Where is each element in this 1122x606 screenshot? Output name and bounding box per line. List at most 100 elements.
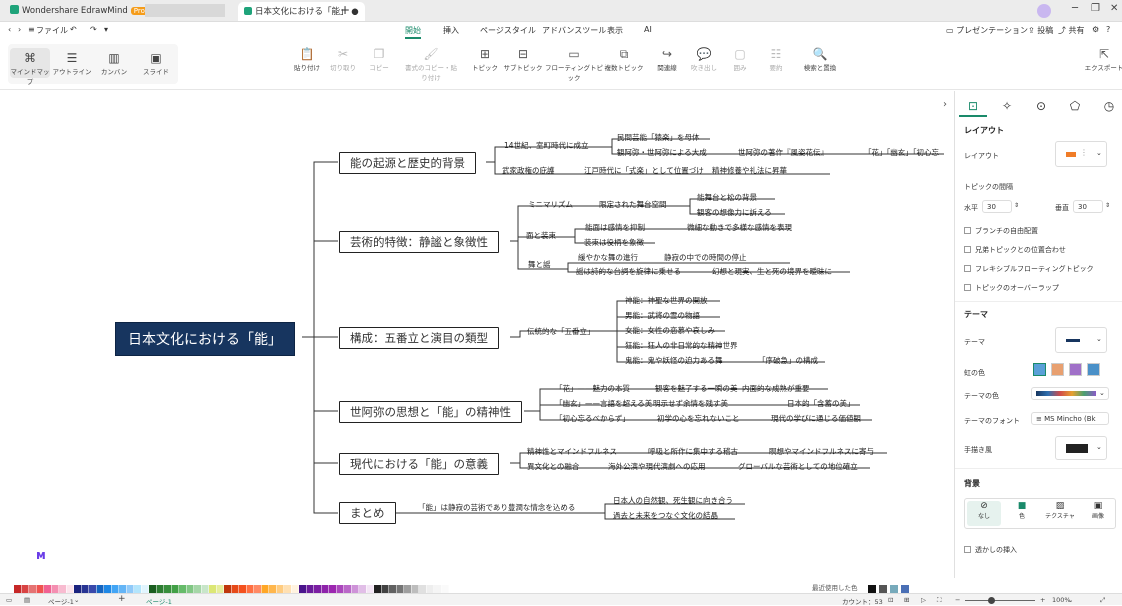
zoom-chevron-icon[interactable]: ⌄ [1068,596,1073,604]
presentation-button[interactable]: ▭ プレゼンテーション [946,25,1028,36]
share-button[interactable]: ⤴ 共有 [1058,25,1085,36]
color-swatch[interactable] [276,585,284,593]
tab-ai-style-icon[interactable]: ✧ [993,95,1021,117]
subtopic[interactable]: 異文化との融合 [527,461,579,472]
color-swatch[interactable] [336,585,344,593]
tab-start[interactable]: 開始 [405,25,421,39]
subtopic[interactable]: 過去と未来をつなぐ文化の結晶 [613,510,718,521]
color-swatch[interactable] [74,585,81,593]
theme-color-select[interactable]: ⌄ [1031,387,1109,400]
color-swatch[interactable] [186,585,194,593]
handdrawn-select[interactable]: ⌄ [1055,436,1107,460]
subtopic[interactable]: 限定された舞台空間 [599,199,667,210]
subtopic[interactable]: 日本的「含蓄の美」 [787,398,855,409]
tab-advanced-tools[interactable]: アドバンスツール [542,25,606,36]
root-topic[interactable]: 日本文化における「能」 [115,322,295,356]
help-icon[interactable]: ? [1106,25,1110,34]
subtopic[interactable]: 狂能：狂人の非日常的な精神世界 [625,340,738,351]
copy-button[interactable]: ❐ コピー [353,46,405,72]
subtopic[interactable]: 静寂の中での時間の停止 [664,252,747,263]
color-swatch[interactable] [231,585,239,593]
color-swatch[interactable] [81,585,89,593]
subtopic[interactable]: 武家政権の庇護 [502,165,555,176]
color-swatch[interactable] [419,585,426,593]
back-icon[interactable]: ‹ [8,25,11,34]
rainbow-option-2[interactable] [1051,363,1064,376]
checkbox[interactable] [964,546,971,553]
color-swatch[interactable] [284,585,291,593]
vertical-stepper-icon[interactable]: ⇕ [1105,202,1110,209]
color-swatch[interactable] [216,585,224,593]
format-painter-button[interactable]: 🖌 書式のコピー・貼り付け [403,46,459,82]
post-button[interactable]: ⇪ 投稿 [1028,25,1053,36]
subtopic[interactable]: 世阿弥の著作『風姿花伝』 [738,147,828,158]
color-swatch[interactable] [366,585,374,593]
subtopic[interactable]: 装束は役柄を象徴 [584,237,644,248]
subtopic[interactable]: 幻想と現実、生と死の境界を曖昧に [712,266,832,277]
color-swatch[interactable] [36,585,44,593]
branch-summary[interactable]: まとめ [339,502,396,524]
subtopic[interactable]: 「序破急」の構成 [758,355,818,366]
color-swatch[interactable] [224,585,231,593]
color-swatch[interactable] [314,585,321,593]
subtopic[interactable]: 明示せず余情を残す美 [653,398,728,409]
tab-icon-set-icon[interactable]: ⬠ [1061,95,1089,117]
find-replace-button[interactable]: 🔍 検索と置換 [794,46,846,72]
subtopic[interactable]: 「花」——魅力の本質 [555,383,630,394]
option-topic-overlap[interactable]: トピックのオーバーラップ [964,283,1059,293]
color-swatch[interactable] [96,585,104,593]
color-swatch[interactable] [381,585,389,593]
recent-color-swatch[interactable] [890,585,898,593]
color-swatch[interactable] [359,585,366,593]
theme-font-select[interactable]: ≡ MS Mincho (Bk [1031,412,1109,425]
quick-menu-icon[interactable]: ▾ [104,25,108,34]
focus-icon[interactable]: ⊞ [904,596,909,604]
subtopic[interactable]: 日本人の自然観、死生観に向き合う [613,495,733,506]
fullscreen-toggle-icon[interactable]: ⤢ [1100,596,1105,605]
subtopic[interactable]: 内面的な成熟が重要 [742,383,810,394]
close-icon[interactable]: ✕ [1110,3,1118,14]
play-icon[interactable]: ▷ [921,596,926,604]
checkbox[interactable] [964,227,971,234]
mindmap-canvas[interactable]: 日本文化における「能」 能の起源と歴史的背景 芸術的特徴：静謐と象徴性 構成：五… [0,91,947,578]
subtopic-button[interactable]: ⊟ サブトピック [497,46,549,72]
branch-artistic[interactable]: 芸術的特徴：静謐と象徴性 [339,231,499,253]
zoom-slider-handle[interactable] [988,597,995,604]
color-swatch[interactable] [209,585,216,593]
horizontal-stepper-icon[interactable]: ⇕ [1014,202,1019,209]
color-swatch[interactable] [426,585,434,593]
color-swatch[interactable] [306,585,314,593]
page-select-chevron-icon[interactable]: ⌄ [74,596,79,604]
tab-page-style[interactable]: ページスタイル [480,25,536,36]
minimize-icon[interactable]: ─ [1072,3,1078,14]
subtopic[interactable]: 女能：女性の恋慕や哀しみ [625,325,715,336]
branch-origin[interactable]: 能の起源と歴史的背景 [339,152,476,174]
color-swatch[interactable] [321,585,329,593]
checkbox[interactable] [964,246,971,253]
forward-icon[interactable]: › [18,25,21,34]
checkbox[interactable] [964,284,971,291]
bg-none-option[interactable]: ⊘ なし [967,501,1001,526]
branch-modern[interactable]: 現代における「能」の意義 [339,453,499,475]
option-flexible-floating[interactable]: フレキシブルフローティングトピック [964,264,1094,274]
page-layout-icon[interactable]: ▭ [6,596,12,604]
color-swatch[interactable] [141,585,149,593]
color-swatch[interactable] [14,585,21,593]
color-swatch[interactable] [126,585,134,593]
bg-texture-option[interactable]: ▨ テクスチャ [1043,501,1077,526]
avatar[interactable] [1037,4,1051,18]
color-swatch[interactable] [51,585,59,593]
color-swatch[interactable] [171,585,179,593]
maximize-icon[interactable]: ❐ [1091,3,1100,14]
color-swatch[interactable] [239,585,246,593]
color-swatch[interactable] [59,585,66,593]
export-button[interactable]: ⇱ エクスポート [1078,46,1122,72]
fit-icon[interactable]: ⊡ [888,596,893,604]
zoom-slider[interactable] [965,600,1035,601]
subtopic[interactable]: 面と装束 [526,230,556,241]
fullscreen-icon[interactable]: ⛶ [937,596,942,605]
blurred-tab[interactable] [145,4,225,17]
color-swatch[interactable] [111,585,119,593]
bg-image-option[interactable]: ▣ 画像 [1081,501,1115,526]
color-swatch[interactable] [104,585,111,593]
